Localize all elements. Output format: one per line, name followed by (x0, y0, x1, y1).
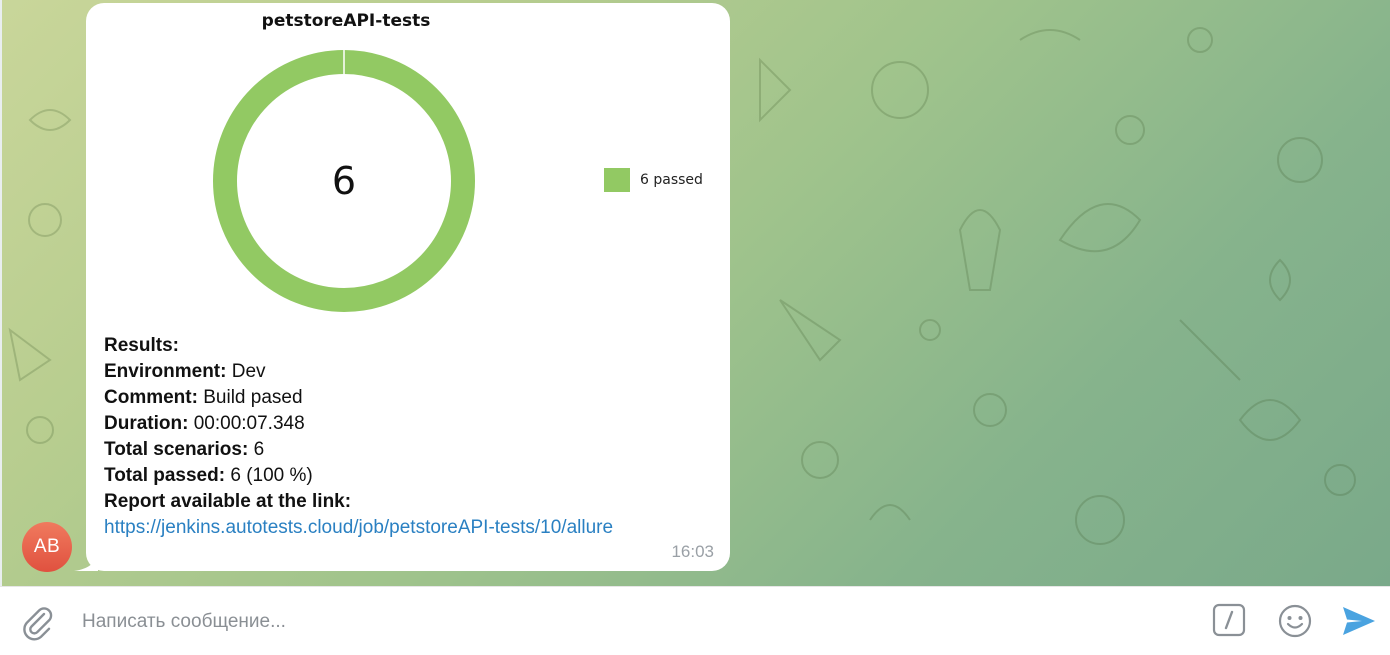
total-scenarios-label: Total scenarios: (104, 439, 249, 460)
total-passed-label: Total passed: (104, 465, 226, 486)
duration-value: 00:00:07.348 (193, 413, 305, 434)
message-bubble: petstoreAPI-tests 6 6 passed Results: En… (86, 3, 730, 571)
smiley-icon[interactable] (1277, 603, 1313, 639)
total-passed-value: 6 (100 %) (230, 465, 313, 486)
chart-legend: 6 passed (604, 168, 703, 192)
message-composer (0, 586, 1390, 655)
environment-value: Dev (231, 361, 266, 382)
report-label: Report available at the link: (104, 491, 352, 512)
results-block: Results: Environment: Dev Comment: Build… (104, 333, 613, 541)
message-input[interactable] (80, 605, 1184, 639)
slash-command-icon[interactable] (1212, 603, 1246, 637)
report-row: Report available at the link: (104, 489, 613, 515)
legend-swatch-passed (604, 168, 630, 192)
paperclip-icon[interactable] (18, 603, 56, 641)
results-heading: Results: (104, 335, 179, 356)
duration-label: Duration: (104, 413, 189, 434)
total-passed-row: Total passed: 6 (100 %) (104, 463, 613, 489)
total-scenarios-value: 6 (253, 439, 265, 460)
legend-label-passed: 6 passed (640, 172, 703, 188)
window-edge (0, 0, 2, 586)
paper-plane-icon[interactable] (1340, 603, 1378, 639)
chart-image[interactable]: petstoreAPI-tests 6 6 passed (86, 3, 730, 333)
sender-avatar[interactable]: AB (22, 522, 72, 572)
environment-label: Environment: (104, 361, 227, 382)
environment-row: Environment: Dev (104, 359, 613, 385)
comment-row: Comment: Build pased (104, 385, 613, 411)
report-link[interactable]: https://jenkins.autotests.cloud/job/pets… (104, 517, 613, 538)
total-scenarios-row: Total scenarios: 6 (104, 437, 613, 463)
message-timestamp: 16:03 (671, 542, 714, 561)
comment-value: Build pased (203, 387, 303, 408)
comment-label: Comment: (104, 387, 198, 408)
chart-center-label: 6 (332, 159, 356, 203)
duration-row: Duration: 00:00:07.348 (104, 411, 613, 437)
